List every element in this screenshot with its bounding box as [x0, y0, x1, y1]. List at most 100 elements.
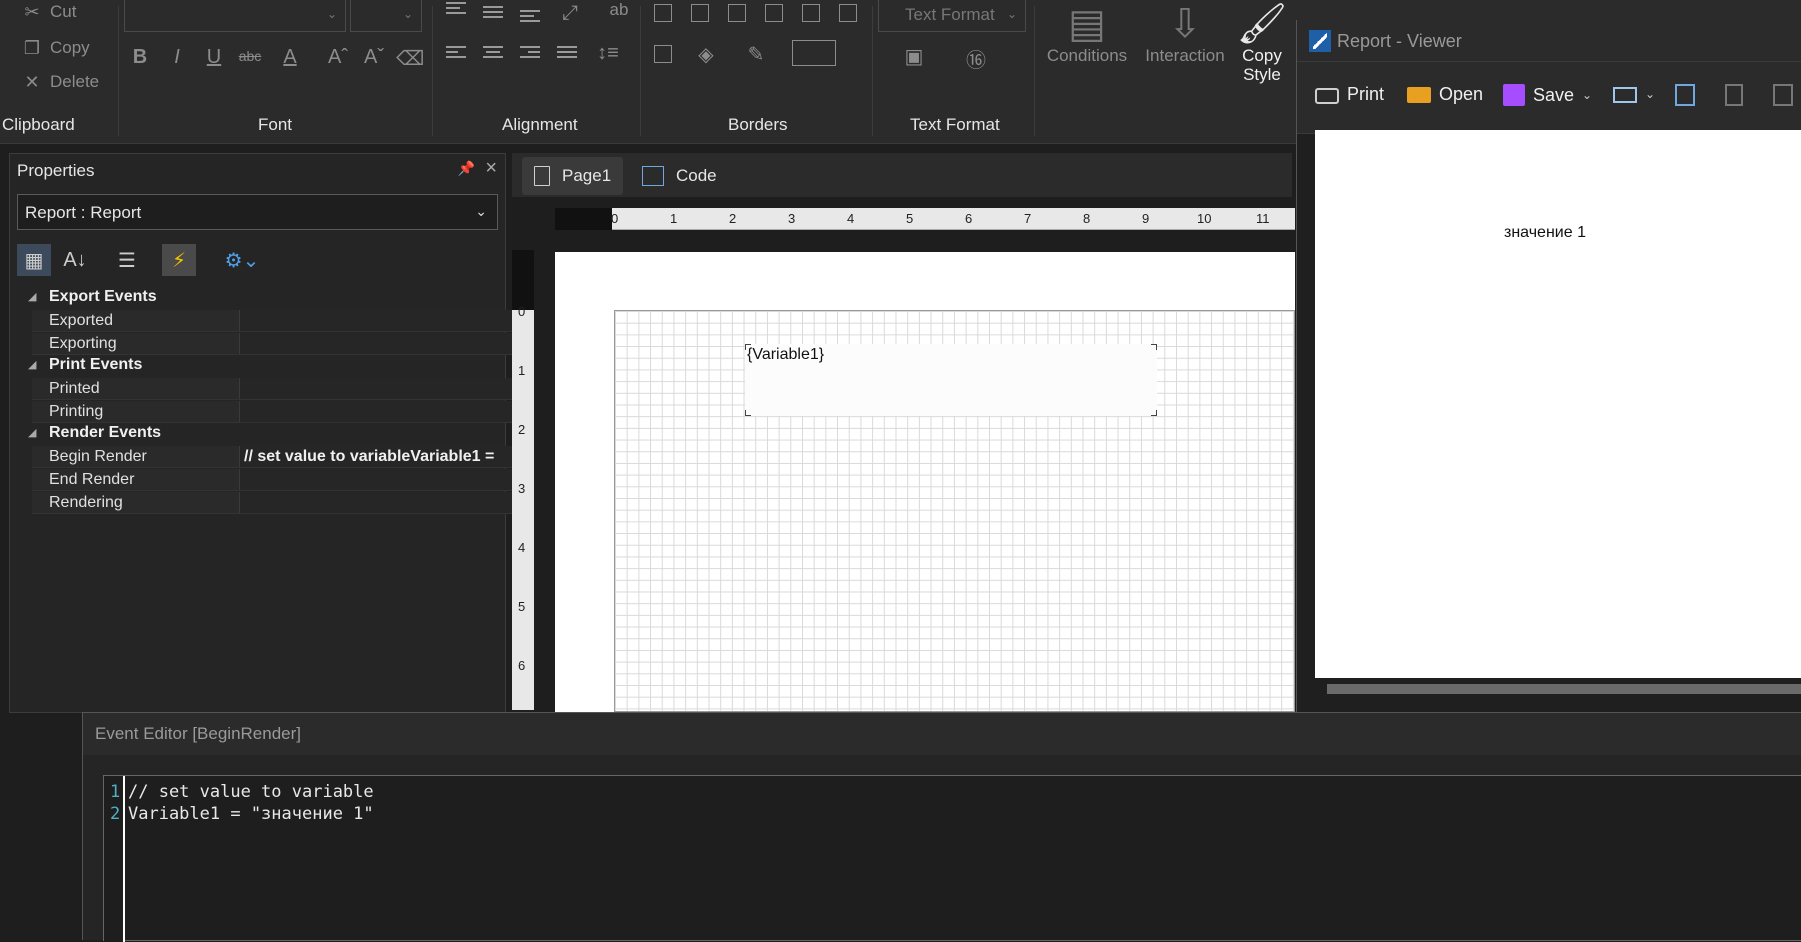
copy-style-button[interactable]: 🖌 Copy Style — [1236, 2, 1288, 84]
copy-button[interactable]: ❐ Copy — [22, 38, 90, 58]
property-value[interactable] — [239, 378, 513, 399]
font-color-icon[interactable]: A — [276, 46, 304, 69]
property-value[interactable]: // set value to variableVariable1 = — [239, 446, 513, 467]
ruler-label: 2 — [518, 422, 526, 437]
border-left-icon[interactable] — [728, 4, 746, 22]
properties-panel: Properties 📌 × Report : Report ⌄ ▦ A↓ ☰ … — [9, 153, 513, 713]
object-selector[interactable]: Report : Report ⌄ — [17, 194, 498, 230]
property-printed[interactable]: Printed — [32, 378, 513, 400]
fill-color-icon[interactable]: ◈ — [692, 42, 720, 67]
shrink-font-icon[interactable]: Aˇ — [360, 46, 388, 69]
settings-gear-icon[interactable]: ⚙⌄ — [220, 244, 264, 276]
code-line[interactable]: // set value to variable — [128, 782, 374, 802]
send-email-button[interactable]: ⌄ — [1613, 84, 1655, 103]
print-button[interactable]: Print — [1315, 84, 1384, 105]
properties-list-icon[interactable]: ☰ — [110, 244, 144, 276]
border-right-icon[interactable] — [802, 4, 820, 22]
pin-icon[interactable]: 📌 — [458, 160, 475, 177]
border-color-icon[interactable]: ✎ — [742, 42, 770, 67]
floppy-disk-icon — [1503, 84, 1525, 106]
borders-group-label: Borders — [728, 115, 788, 134]
grow-font-icon[interactable]: Aˆ — [324, 46, 352, 69]
ribbon-separator — [118, 6, 119, 136]
category-print-events[interactable]: ◢ Print Events — [28, 356, 513, 378]
currency-format-icon[interactable]: ▣ — [900, 44, 928, 69]
property-printing[interactable]: Printing — [32, 401, 513, 423]
eraser-icon[interactable]: ⌫ — [396, 46, 424, 71]
bookmarks-button[interactable] — [1675, 84, 1695, 106]
strikethrough-icon[interactable]: abc — [236, 48, 264, 64]
code-editor[interactable]: 1 2 // set value to variable Variable1 =… — [103, 775, 1801, 942]
border-bottom-icon[interactable] — [839, 4, 857, 22]
number-format-icon[interactable]: ⑯ — [962, 44, 990, 73]
border-style-combo[interactable] — [792, 40, 836, 66]
event-editor-titlebar[interactable]: Event Editor [BeginRender] — [83, 713, 1801, 755]
property-value[interactable] — [239, 469, 513, 490]
viewer-titlebar[interactable]: Report - Viewer — [1297, 20, 1801, 62]
font-size-combo[interactable]: ⌄ — [350, 0, 422, 32]
shadow-icon[interactable] — [654, 45, 672, 63]
align-center-icon[interactable] — [483, 46, 503, 62]
scissors-icon: ✂ — [24, 2, 40, 22]
save-button[interactable]: Save ⌄ — [1503, 84, 1592, 106]
bold-icon[interactable]: B — [126, 46, 154, 69]
cut-button[interactable]: ✂ Cut — [22, 2, 76, 22]
ruler-label: 0 — [518, 304, 526, 319]
folder-icon — [1407, 86, 1431, 103]
align-right-icon[interactable] — [520, 46, 540, 62]
property-value[interactable] — [239, 401, 513, 422]
tab-page1[interactable]: Page1 — [522, 157, 624, 195]
text-rotate-icon[interactable]: ⤢ — [556, 2, 584, 25]
ruler-label: 1 — [670, 211, 678, 226]
line-spacing-icon[interactable]: ↕≡ — [594, 42, 622, 65]
interaction-button[interactable]: ⇩ Interaction — [1140, 2, 1230, 66]
categorized-view-icon[interactable]: ▦ — [17, 244, 51, 276]
align-bottom-icon[interactable] — [520, 10, 540, 26]
selection-corner — [745, 410, 751, 416]
copy-icon: ❐ — [23, 38, 41, 58]
events-bolt-icon[interactable]: ⚡ — [162, 244, 196, 276]
text-component-variable1[interactable]: {Variable1} — [745, 344, 1157, 416]
align-left-icon[interactable] — [446, 46, 466, 62]
tab-code[interactable]: Code — [630, 157, 729, 195]
parameters-button[interactable] — [1725, 84, 1743, 106]
ruler-label: 6 — [965, 211, 973, 226]
property-value[interactable] — [239, 333, 513, 354]
property-end-render[interactable]: End Render — [32, 469, 513, 491]
border-all-icon[interactable] — [654, 4, 672, 22]
conditions-button[interactable]: ▤ Conditions — [1046, 2, 1128, 66]
property-value[interactable] — [239, 310, 513, 331]
border-top-icon[interactable] — [765, 4, 783, 22]
property-exported[interactable]: Exported — [32, 310, 513, 332]
bookmarks-icon — [1675, 84, 1695, 106]
close-icon[interactable]: × — [485, 157, 497, 180]
italic-icon[interactable]: I — [163, 46, 191, 69]
ruler-label: 5 — [906, 211, 914, 226]
property-rendering[interactable]: Rendering — [32, 492, 513, 514]
property-value[interactable] — [239, 492, 513, 513]
ruler-label: 7 — [1024, 211, 1032, 226]
property-begin-render[interactable]: Begin Render// set value to variableVari… — [32, 446, 513, 468]
code-line[interactable]: Variable1 = "значение 1" — [128, 804, 374, 824]
word-wrap-icon[interactable]: ab — [605, 0, 633, 20]
text-format-combo[interactable]: Text Format ⌄ — [878, 0, 1026, 32]
category-render-events[interactable]: ◢ Render Events — [28, 424, 513, 446]
border-none-icon[interactable] — [691, 4, 709, 22]
viewer-page: значение 1 — [1315, 130, 1801, 678]
align-justify-icon[interactable] — [557, 46, 577, 62]
vertical-ruler: 0 1 2 3 4 5 6 — [512, 250, 534, 710]
align-middle-icon[interactable] — [483, 6, 503, 22]
alphabetical-sort-icon[interactable]: A↓ — [58, 244, 92, 276]
horizontal-scrollbar[interactable] — [1327, 684, 1801, 694]
property-exporting[interactable]: Exporting — [32, 333, 513, 355]
category-export-events[interactable]: ◢ Export Events — [28, 288, 513, 310]
delete-button[interactable]: ✕ Delete — [22, 72, 99, 92]
align-top-icon[interactable] — [446, 2, 466, 18]
chevron-down-icon: ⌄ — [326, 7, 337, 21]
underline-icon[interactable]: U — [200, 46, 228, 69]
open-button[interactable]: Open — [1407, 84, 1483, 105]
event-editor-window: Event Editor [BeginRender] 1 2 // set va… — [82, 712, 1801, 942]
interaction-arrow-icon: ⇩ — [1168, 2, 1202, 46]
thumbnails-button[interactable] — [1773, 84, 1793, 106]
font-name-combo[interactable]: ⌄ — [124, 0, 346, 32]
